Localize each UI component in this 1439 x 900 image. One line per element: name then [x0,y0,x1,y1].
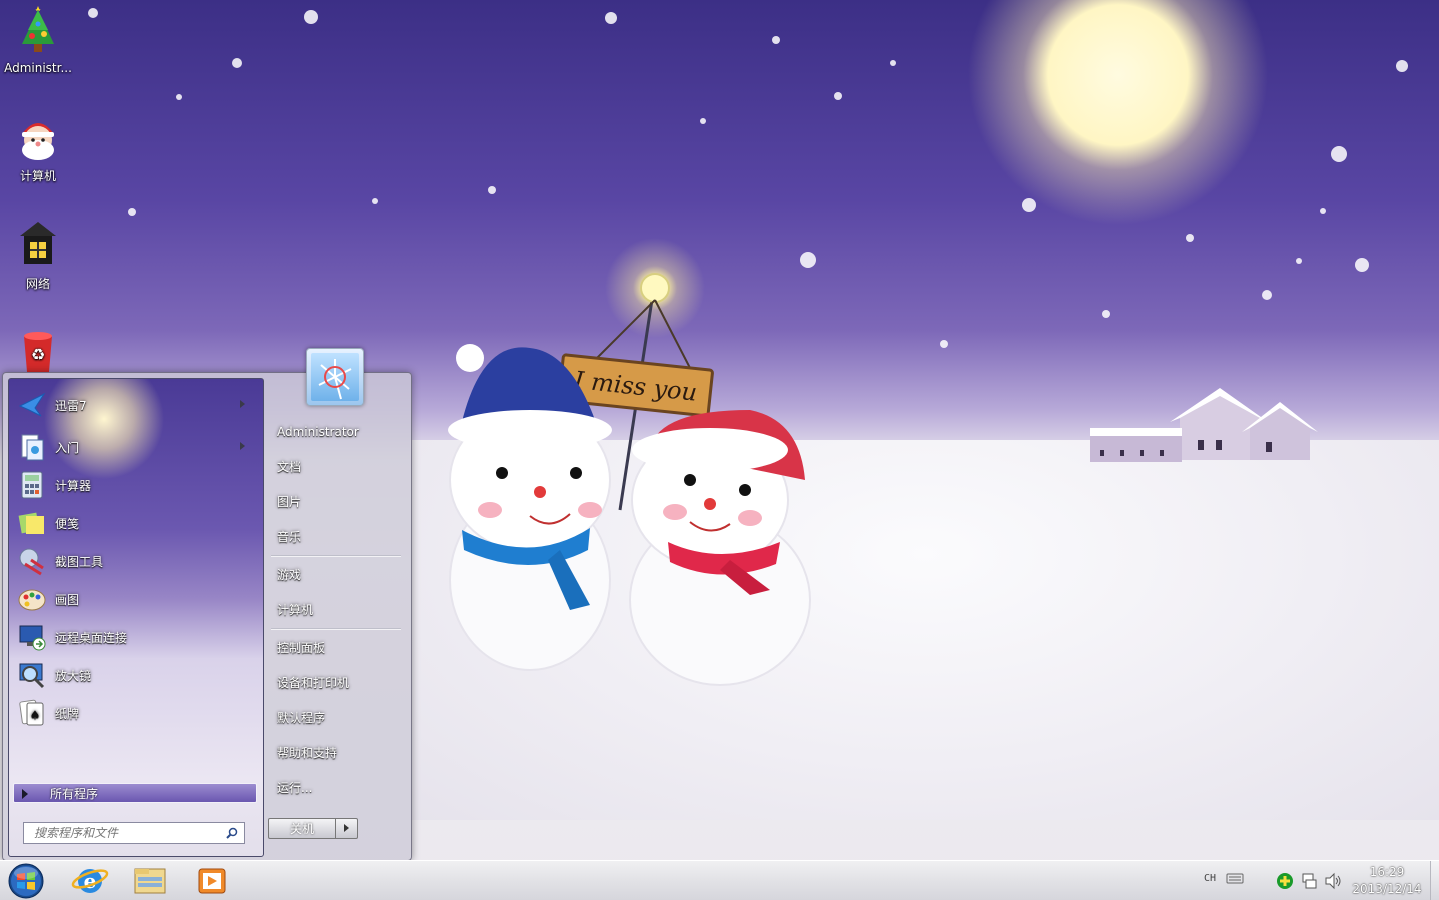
clock-time: 16:29 [1369,865,1405,879]
start-orb-icon[interactable] [6,862,46,900]
solitaire-cards-icon: ♠ [19,699,44,726]
desktop-icon-network[interactable]: 网络 [0,220,76,292]
network-status-icon[interactable] [1300,872,1318,890]
program-label: 画图 [55,592,80,607]
submenu-arrow-icon [240,442,245,450]
santa-computer-icon [22,123,54,160]
help-support-link[interactable]: 帮助和支持 [277,740,407,766]
snowy-houses-illustration [1090,388,1318,462]
menu-separator [271,628,401,630]
all-programs-label: 所有程序 [50,787,99,801]
run-link[interactable]: 运行... [277,775,407,801]
program-sticky-notes[interactable]: 便笺 [13,506,259,540]
user-account-picture[interactable] [306,348,364,406]
program-solitaire[interactable]: ♠ 纸牌 [13,696,259,730]
search-input[interactable] [32,825,216,841]
clock-date: 2013/12/14 [1352,882,1422,896]
user-name-link[interactable]: Administrator [277,419,407,445]
lantern-network-icon [20,222,56,264]
keyboard-icon[interactable] [1226,871,1244,885]
program-label: 便笺 [55,516,80,531]
program-paint[interactable]: 画图 [13,582,259,616]
windmill-avatar-icon [311,353,359,401]
games-link[interactable]: 游戏 [277,562,407,588]
submenu-arrow-icon [240,400,245,408]
snowmen-illustration: I miss you [448,273,811,686]
all-programs-button[interactable]: 所有程序 [13,783,257,803]
program-magnifier[interactable]: 放大镜 [13,658,259,692]
svg-text:♠: ♠ [30,708,41,722]
pictures-link[interactable]: 图片 [277,489,407,515]
volume-speaker-icon[interactable] [1324,872,1342,890]
search-icon[interactable] [226,827,238,839]
system-clock[interactable]: 16:29 2013/12/14 [1346,864,1428,898]
recycle-bin-icon: ♻ [24,332,52,372]
documents-link[interactable]: 文档 [277,454,407,480]
program-label: 放大镜 [55,668,92,683]
show-desktop-button[interactable] [1430,861,1439,900]
program-label: 计算器 [55,478,92,493]
devices-printers-link[interactable]: 设备和打印机 [277,670,407,696]
program-label: 入门 [55,440,80,455]
default-programs-link[interactable]: 默认程序 [277,705,407,731]
snipping-tool-icon [19,548,44,576]
windows-explorer-icon[interactable] [128,863,172,899]
desktop-icon-label: Administr... [4,61,72,75]
program-label: 远程桌面连接 [55,630,128,645]
desktop-icon-label: 计算机 [19,169,56,183]
shutdown-button[interactable]: 关机 [268,818,336,839]
program-xunlei[interactable]: 迅雷7 [13,388,259,422]
control-panel-link[interactable]: 控制面板 [277,635,407,661]
christmas-tree-icon [22,6,54,52]
magnifier-icon [19,663,45,689]
desktop-icon-label: 网络 [25,277,50,291]
program-label: 截图工具 [55,554,104,569]
security-shield-icon[interactable] [1276,872,1294,890]
program-snipping-tool[interactable]: 截图工具 [13,544,259,578]
svg-text:♻: ♻ [31,345,45,364]
calculator-icon [21,471,43,499]
program-getting-started[interactable]: 入门 [13,430,259,464]
taskbar: e CH 16:29 2013/12/14 [0,860,1439,900]
remote-desktop-icon [19,625,46,651]
input-language-indicator[interactable]: CH [1204,873,1216,884]
xunlei-bird-icon [18,392,46,417]
menu-separator [271,555,401,557]
program-label: 纸牌 [55,706,80,721]
program-label: 迅雷7 [55,398,87,413]
computer-link[interactable]: 计算机 [277,597,407,623]
music-link[interactable]: 音乐 [277,524,407,550]
getting-started-icon [21,434,44,461]
search-programs-box[interactable] [23,822,245,844]
sticky-notes-icon [18,512,44,534]
media-player-icon[interactable] [190,863,234,899]
paint-palette-icon [18,589,46,611]
desktop-icon-administrator[interactable]: Administr... [0,6,76,75]
program-remote-desktop[interactable]: 远程桌面连接 [13,620,259,654]
shutdown-options-button[interactable] [336,818,358,839]
program-calculator[interactable]: 计算器 [13,468,259,502]
desktop-icon-computer[interactable]: 计算机 [0,112,76,184]
triangle-right-icon [22,789,28,799]
start-menu-programs-pane: 迅雷7 入门 计算器 便笺 截图工具 画图 远程桌面连接 放大镜 ♠ 纸牌 所有… [8,378,264,857]
start-menu: 迅雷7 入门 计算器 便笺 截图工具 画图 远程桌面连接 放大镜 ♠ 纸牌 所有… [2,372,412,861]
internet-explorer-icon[interactable]: e [68,863,112,899]
